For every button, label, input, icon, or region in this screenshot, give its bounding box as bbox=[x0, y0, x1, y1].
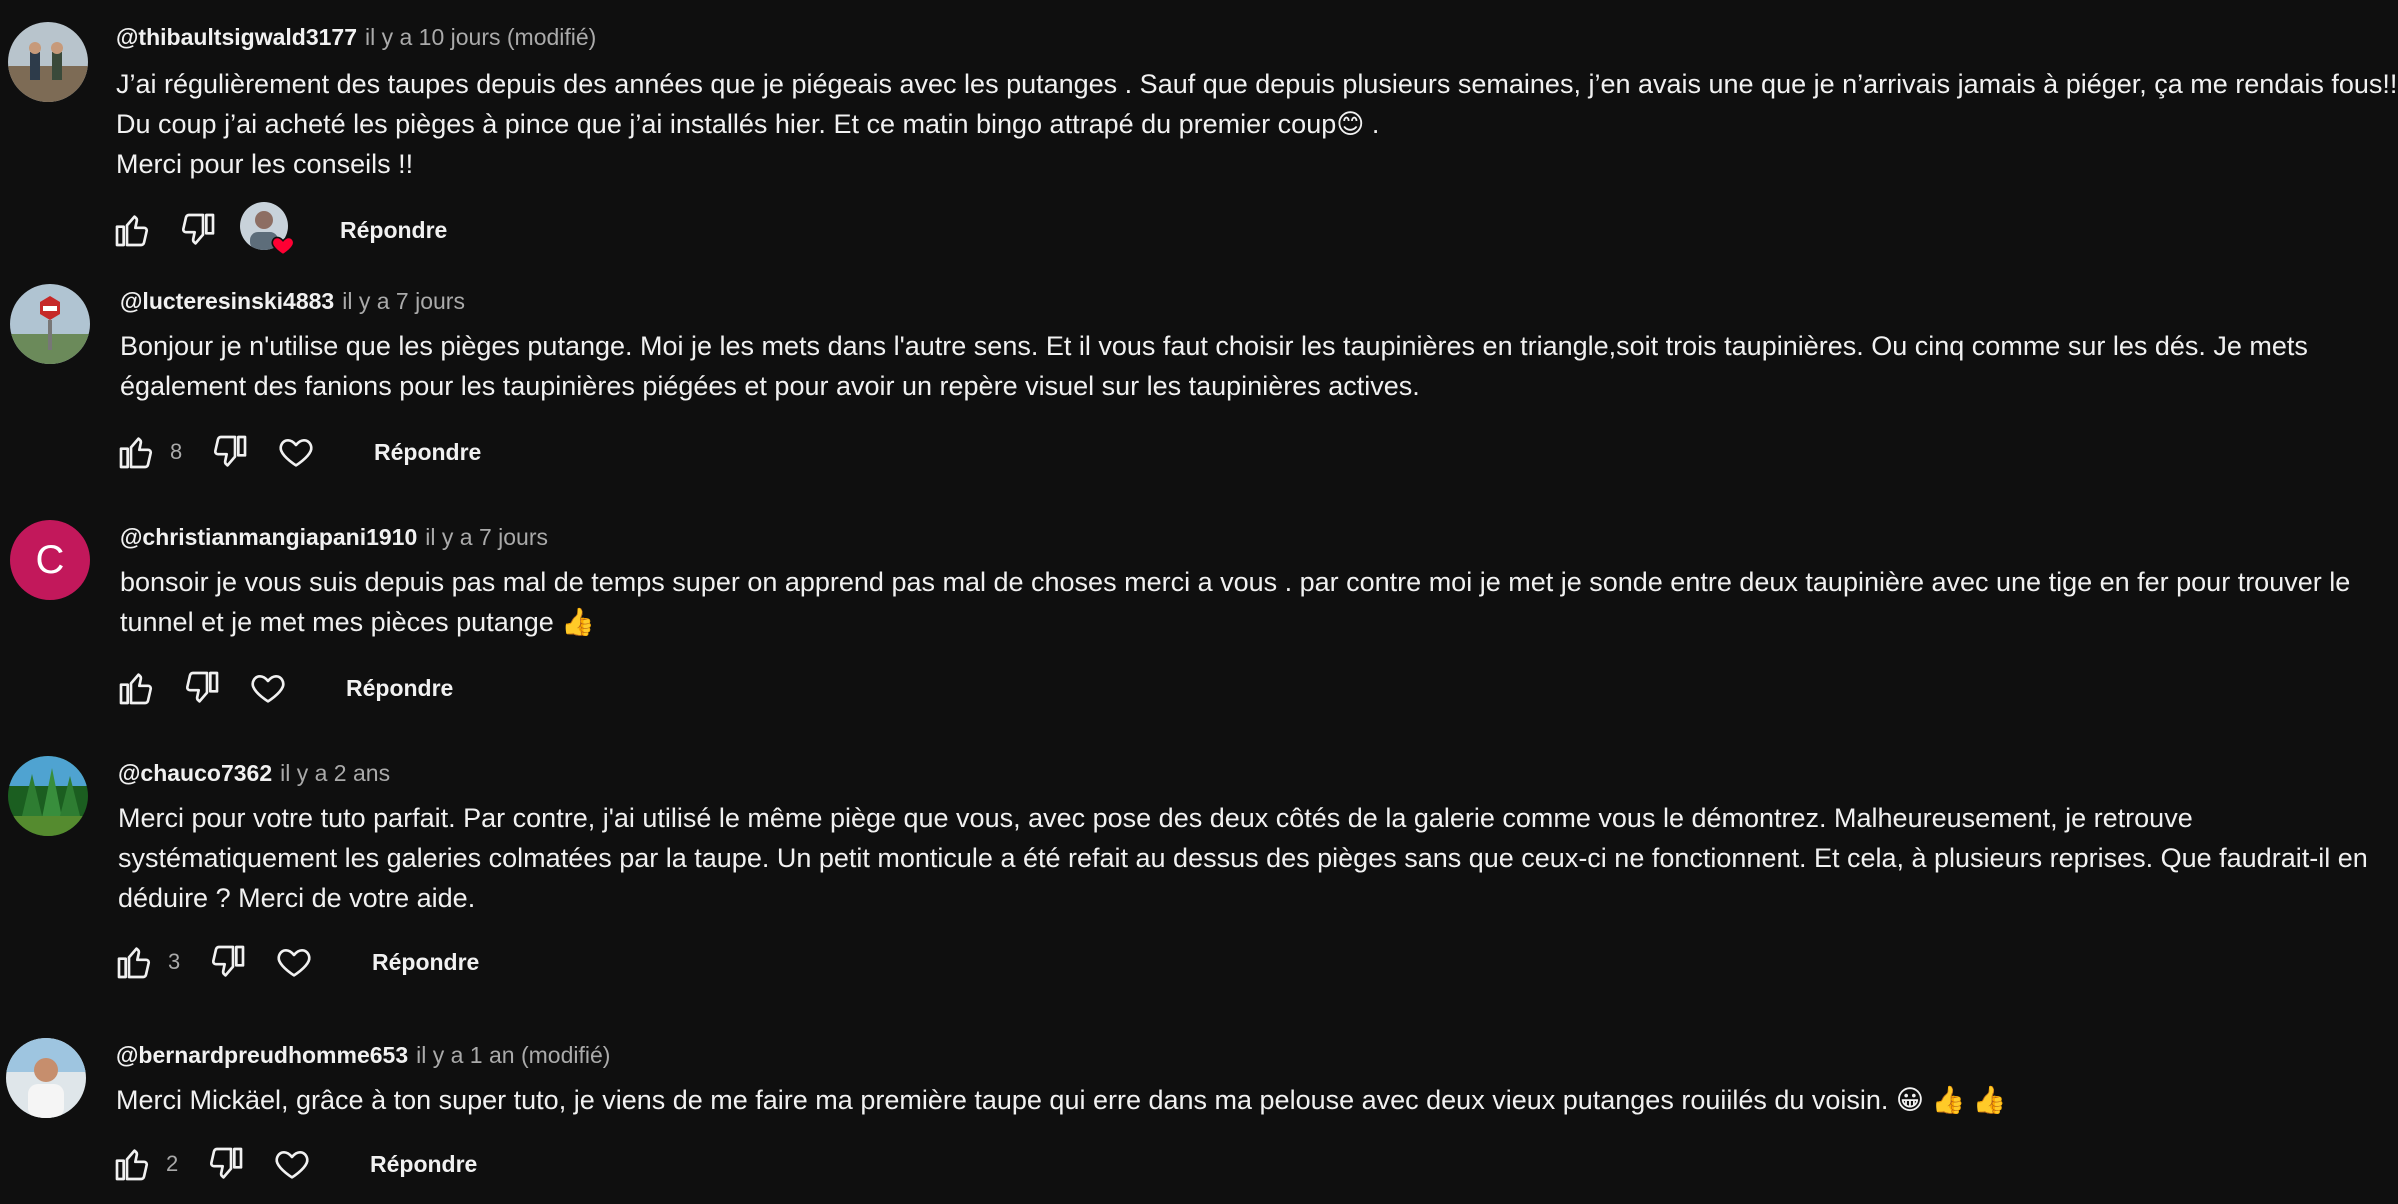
comment-author[interactable]: @thibaultsigwald3177 bbox=[116, 24, 357, 50]
heart-filled-icon bbox=[271, 236, 295, 256]
comment-text-line: Merci Mickäel, grâce à ton super tuto, j… bbox=[116, 1085, 2007, 1115]
comment-text-line: Merci pour votre tuto parfait. Par contr… bbox=[118, 803, 2368, 913]
comment-text-line: Bonjour je n'utilise que les pièges puta… bbox=[120, 331, 2308, 401]
dislike-button[interactable] bbox=[182, 664, 222, 712]
avatar[interactable] bbox=[8, 756, 88, 836]
reply-button[interactable]: Répondre bbox=[370, 1140, 477, 1188]
comment-actions: Répondre bbox=[112, 202, 712, 256]
comment-author[interactable]: @christianmangiapani1910 bbox=[120, 524, 417, 550]
thumb-up-icon bbox=[115, 1149, 149, 1181]
reply-button[interactable]: Répondre bbox=[340, 206, 447, 254]
like-count: 2 bbox=[166, 1151, 179, 1176]
avatar-photo-icon bbox=[8, 22, 88, 102]
dislike-button[interactable] bbox=[178, 206, 218, 254]
comment-author[interactable]: @lucteresinski4883 bbox=[120, 288, 334, 314]
comment-text: Bonjour je n'utilise que les pièges puta… bbox=[120, 326, 2398, 406]
heart-outline-icon bbox=[251, 675, 285, 703]
reply-button[interactable]: Répondre bbox=[372, 938, 479, 986]
comment-text: Merci pour votre tuto parfait. Par contr… bbox=[118, 798, 2398, 918]
comment-timestamp[interactable]: il y a 2 ans bbox=[280, 760, 390, 786]
comment-text: Merci Mickäel, grâce à ton super tuto, j… bbox=[116, 1080, 2398, 1120]
avatar[interactable] bbox=[10, 284, 90, 364]
thumb-up-icon bbox=[117, 947, 151, 979]
comment-timestamp[interactable]: il y a 7 jours bbox=[342, 288, 465, 314]
comment-author[interactable]: @bernardpreudhomme653 bbox=[116, 1042, 408, 1068]
heart-button[interactable] bbox=[276, 428, 316, 476]
comment-text-line: Merci pour les conseils !! bbox=[116, 149, 414, 179]
avatar[interactable] bbox=[8, 22, 88, 102]
avatar[interactable] bbox=[6, 1038, 86, 1118]
thumb-down-icon bbox=[209, 1147, 243, 1179]
dislike-button[interactable] bbox=[210, 428, 250, 476]
heart-outline-icon bbox=[275, 1151, 309, 1179]
comment-text-line: bonsoir je vous suis depuis pas mal de t… bbox=[120, 567, 2351, 637]
reply-button[interactable]: Répondre bbox=[346, 664, 453, 712]
comment-text: bonsoir je vous suis depuis pas mal de t… bbox=[120, 562, 2398, 642]
creator-heart-badge[interactable] bbox=[240, 202, 296, 258]
comment-actions: 8 Répondre bbox=[116, 428, 716, 476]
like-button[interactable] bbox=[114, 938, 154, 986]
thumb-up-icon bbox=[119, 437, 153, 469]
comment-timestamp[interactable]: il y a 10 jours (modifié) bbox=[365, 24, 596, 50]
heart-button[interactable] bbox=[248, 664, 288, 712]
comment-actions: Répondre bbox=[116, 664, 716, 712]
like-count: 8 bbox=[170, 439, 183, 464]
avatar-photo-icon bbox=[8, 756, 88, 836]
reply-button[interactable]: Répondre bbox=[374, 428, 481, 476]
heart-button[interactable] bbox=[274, 938, 314, 986]
comment-timestamp[interactable]: il y a 1 an (modifié) bbox=[416, 1042, 610, 1068]
avatar-photo-icon bbox=[10, 284, 90, 364]
like-button[interactable] bbox=[116, 428, 156, 476]
thumb-down-icon bbox=[213, 435, 247, 467]
dislike-button[interactable] bbox=[206, 1140, 246, 1188]
like-count: 3 bbox=[168, 949, 181, 974]
comment-text-line: J’ai régulièrement des taupes depuis des… bbox=[116, 69, 2398, 139]
avatar-letter: C bbox=[35, 537, 65, 582]
heart-outline-icon bbox=[279, 439, 313, 467]
comment-author[interactable]: @chauco7362 bbox=[118, 760, 272, 786]
avatar-photo-icon bbox=[6, 1038, 86, 1118]
thumb-up-icon bbox=[115, 215, 149, 247]
dislike-button[interactable] bbox=[208, 938, 248, 986]
like-button[interactable] bbox=[112, 206, 152, 254]
heart-button[interactable] bbox=[272, 1140, 312, 1188]
like-button[interactable] bbox=[112, 1140, 152, 1188]
avatar[interactable]: C bbox=[10, 520, 90, 600]
comment-actions: 2 Répondre bbox=[112, 1140, 712, 1188]
comment-timestamp[interactable]: il y a 7 jours bbox=[425, 524, 548, 550]
like-button[interactable] bbox=[116, 664, 156, 712]
comment-text: J’ai régulièrement des taupes depuis des… bbox=[116, 64, 2398, 184]
thumb-down-icon bbox=[185, 671, 219, 703]
thumb-down-icon bbox=[181, 213, 215, 245]
thumb-up-icon bbox=[119, 673, 153, 705]
comment-actions: 3 Répondre bbox=[114, 938, 714, 986]
thumb-down-icon bbox=[211, 945, 245, 977]
heart-outline-icon bbox=[277, 949, 311, 977]
